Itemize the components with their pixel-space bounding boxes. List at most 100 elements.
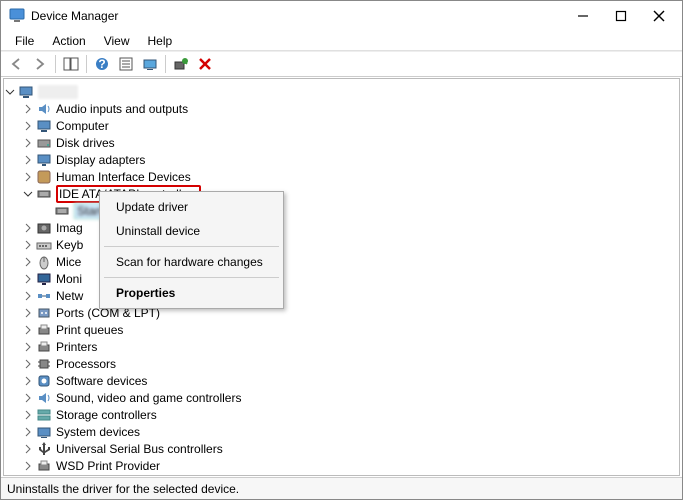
category-label: Print queues <box>56 323 123 337</box>
device-icon <box>36 271 52 287</box>
category-label: Software devices <box>56 374 147 388</box>
menu-view[interactable]: View <box>96 32 138 50</box>
expand-toggle[interactable] <box>22 239 34 251</box>
expand-toggle[interactable] <box>22 358 34 370</box>
separator <box>86 55 87 73</box>
device-icon <box>36 254 52 270</box>
category-label: Netw <box>56 289 83 303</box>
titlebar[interactable]: Device Manager <box>1 1 682 31</box>
toolbar: ? <box>1 51 682 77</box>
category-label: Mice <box>56 255 81 269</box>
category-printer[interactable]: WSD Print Provider <box>4 457 679 474</box>
tree-root-node[interactable] <box>4 83 679 100</box>
category-label: Moni <box>56 272 82 286</box>
device-icon <box>36 356 52 372</box>
context-menu: Update driver Uninstall device Scan for … <box>99 191 284 309</box>
category-software[interactable]: Software devices <box>4 372 679 389</box>
category-cpu[interactable]: Processors <box>4 355 679 372</box>
expand-toggle[interactable] <box>22 409 34 421</box>
scan-hardware-button[interactable] <box>170 53 192 75</box>
expand-toggle[interactable] <box>22 154 34 166</box>
expand-toggle[interactable] <box>22 443 34 455</box>
expand-toggle[interactable] <box>22 375 34 387</box>
device-icon <box>36 101 52 117</box>
minimize-button[interactable] <box>576 9 590 23</box>
expand-toggle[interactable] <box>22 324 34 336</box>
update-driver-button[interactable] <box>139 53 161 75</box>
category-label: Imag <box>56 221 83 235</box>
device-icon <box>18 84 34 100</box>
context-uninstall-device[interactable]: Uninstall device <box>102 219 281 243</box>
category-usb[interactable]: Universal Serial Bus controllers <box>4 440 679 457</box>
category-label: Disk drives <box>56 136 115 150</box>
uninstall-button[interactable] <box>194 53 216 75</box>
help-button[interactable]: ? <box>91 53 113 75</box>
category-storage[interactable]: Storage controllers <box>4 406 679 423</box>
expand-toggle[interactable] <box>22 256 34 268</box>
category-drive[interactable]: Disk drives <box>4 134 679 151</box>
category-printer[interactable]: Print queues <box>4 321 679 338</box>
expand-toggle[interactable] <box>22 460 34 472</box>
context-update-driver[interactable]: Update driver <box>102 195 281 219</box>
context-properties[interactable]: Properties <box>102 281 281 305</box>
category-label: Universal Serial Bus controllers <box>56 442 223 456</box>
status-text: Uninstalls the driver for the selected d… <box>7 482 239 496</box>
separator <box>55 55 56 73</box>
maximize-button[interactable] <box>614 9 628 23</box>
details-button[interactable] <box>115 53 137 75</box>
device-icon <box>36 305 52 321</box>
expand-toggle[interactable] <box>22 188 34 200</box>
expand-toggle[interactable] <box>22 103 34 115</box>
device-icon <box>54 203 70 219</box>
device-icon <box>36 322 52 338</box>
device-icon <box>36 152 52 168</box>
separator <box>165 55 166 73</box>
expand-toggle[interactable] <box>22 307 34 319</box>
menu-file[interactable]: File <box>7 32 42 50</box>
expand-toggle[interactable] <box>22 426 34 438</box>
expand-toggle[interactable] <box>22 120 34 132</box>
expand-toggle[interactable] <box>4 86 16 98</box>
category-audio[interactable]: Sound, video and game controllers <box>4 389 679 406</box>
menu-action[interactable]: Action <box>44 32 93 50</box>
show-hide-console-button[interactable] <box>60 53 82 75</box>
category-hid[interactable]: Human Interface Devices <box>4 168 679 185</box>
statusbar: Uninstalls the driver for the selected d… <box>1 477 682 499</box>
menu-help[interactable]: Help <box>140 32 181 50</box>
category-display[interactable]: Display adapters <box>4 151 679 168</box>
menu-separator <box>104 277 279 278</box>
menu-separator <box>104 246 279 247</box>
category-printer[interactable]: Printers <box>4 338 679 355</box>
svg-text:?: ? <box>98 57 105 71</box>
category-computer[interactable]: Computer <box>4 117 679 134</box>
device-icon <box>36 186 52 202</box>
category-label: Keyb <box>56 238 83 252</box>
close-button[interactable] <box>652 9 666 23</box>
category-system[interactable]: System devices <box>4 423 679 440</box>
forward-button[interactable] <box>29 53 51 75</box>
category-label: Sound, video and game controllers <box>56 391 241 405</box>
category-label: WSD Print Provider <box>56 459 160 473</box>
back-button[interactable] <box>5 53 27 75</box>
root-label-blurred <box>38 85 78 99</box>
category-label: Storage controllers <box>56 408 157 422</box>
category-label: Audio inputs and outputs <box>56 102 188 116</box>
device-icon <box>36 339 52 355</box>
device-icon <box>36 424 52 440</box>
expand-toggle[interactable] <box>22 341 34 353</box>
expand-toggle[interactable] <box>22 137 34 149</box>
category-audio[interactable]: Audio inputs and outputs <box>4 100 679 117</box>
expand-toggle[interactable] <box>22 222 34 234</box>
device-icon <box>36 407 52 423</box>
category-label: Printers <box>56 340 97 354</box>
context-scan-hardware[interactable]: Scan for hardware changes <box>102 250 281 274</box>
expand-toggle[interactable] <box>22 171 34 183</box>
device-tree[interactable]: Audio inputs and outputsComputer Disk dri… <box>3 78 680 476</box>
expand-toggle[interactable] <box>22 392 34 404</box>
category-label: System devices <box>56 425 140 439</box>
expand-toggle[interactable] <box>22 273 34 285</box>
category-label: Human Interface Devices <box>56 170 191 184</box>
device-icon <box>36 373 52 389</box>
expand-toggle[interactable] <box>22 290 34 302</box>
menubar: File Action View Help <box>1 31 682 51</box>
